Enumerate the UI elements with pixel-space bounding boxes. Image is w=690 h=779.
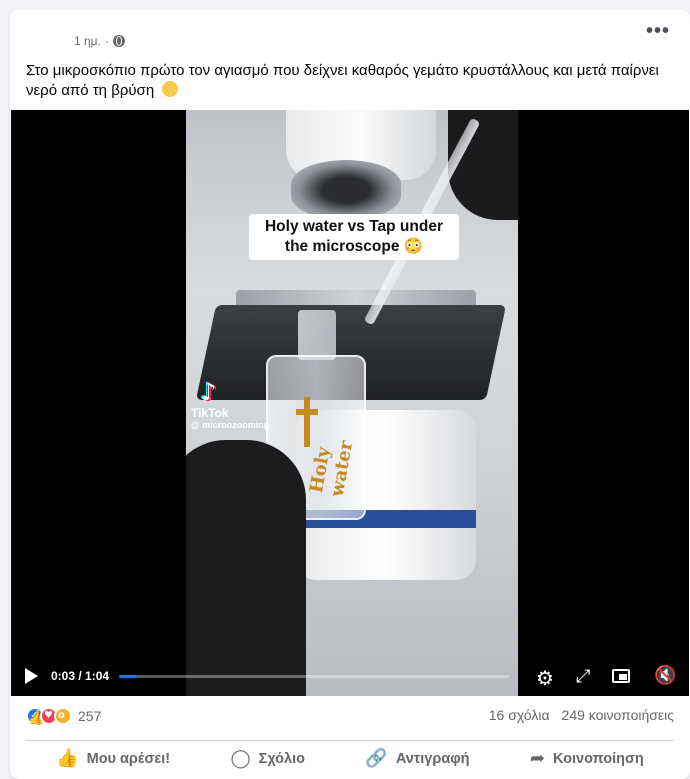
tiktok-handle: @ microozooming	[191, 420, 270, 430]
reactions-summary[interactable]: ✓ ♥ o 257	[26, 707, 101, 725]
tiktok-watermark: TikTok @ microozooming	[191, 378, 270, 430]
shares-count[interactable]: 249 κοινοποιήσεις	[562, 707, 674, 723]
post-caption: Στο μικροσκόπιο πρώτο τον αγιασμό που δε…	[26, 61, 666, 101]
gear-icon[interactable]: ⚙	[536, 666, 554, 691]
fullscreen-icon[interactable]: ⤢	[576, 666, 590, 687]
tiktok-logo-icon	[199, 378, 221, 406]
reaction-count: 257	[78, 708, 102, 724]
post-stats: ✓ ♥ o 257 16 σχόλια 249 κοινοποιήσεις	[26, 707, 676, 727]
bottle-label: Holy water	[305, 439, 358, 499]
comment-label: Σχόλιο	[258, 750, 305, 767]
comment-button[interactable]: ◯ Σχόλιο	[221, 744, 316, 773]
copy-button[interactable]: 🔗 Αντιγραφή	[355, 744, 479, 773]
picture-in-picture-icon[interactable]	[612, 669, 630, 683]
globe-icon	[112, 35, 125, 47]
meta-separator: ·	[104, 34, 109, 48]
wow-reaction-icon: o	[54, 707, 72, 725]
post-card: 1 ημ. · ••• Στο μικροσκόπιο πρώτο τον αγ…	[10, 10, 690, 779]
video-overlay-title: Holy water vs Tap under the microscope 😳	[249, 214, 459, 260]
post-timestamp[interactable]: 1 ημ.	[74, 34, 101, 48]
engagement-counts: 16 σχόλια 249 κοινοποιήσεις	[489, 707, 674, 723]
post-meta: 1 ημ. ·	[74, 34, 125, 48]
thinking-emoji-icon	[162, 81, 179, 97]
share-label: Κοινοποίηση	[552, 750, 644, 767]
tiktok-name: TikTok	[191, 406, 229, 420]
video-controls: 0:03 / 1:04 ⚙ ⤢ 🔇	[11, 658, 689, 696]
comment-icon: ◯	[230, 748, 251, 769]
like-label: Μου αρέσει!	[86, 750, 171, 767]
progress-fill	[119, 675, 138, 678]
caption-text: Στο μικροσκόπιο πρώτο τον αγιασμό που δε…	[26, 62, 659, 99]
action-bar: 👍 Μου αρέσει! ◯ Σχόλιο 🔗 Αντιγραφή ➦ Κοι…	[26, 740, 674, 776]
like-button[interactable]: 👍 Μου αρέσει!	[46, 744, 180, 773]
video-time: 0:03 / 1:04	[51, 669, 110, 683]
link-icon: 🔗	[365, 748, 388, 769]
overlay-title-line1: Holy water vs Tap under	[264, 218, 443, 235]
copy-label: Αντιγραφή	[395, 750, 470, 767]
cross-icon	[296, 397, 318, 447]
comments-count[interactable]: 16 σχόλια	[489, 707, 550, 723]
thumbs-up-icon: 👍	[56, 748, 79, 769]
mute-icon[interactable]: 🔇	[654, 665, 676, 686]
microscope-objective	[291, 160, 401, 220]
progress-track[interactable]	[119, 675, 509, 678]
more-options-button[interactable]: •••	[646, 20, 670, 43]
overlay-title-line2: the microscope 😳	[284, 238, 424, 255]
gloved-hand-top	[448, 110, 518, 220]
share-icon: ➦	[529, 748, 545, 769]
bottle-neck	[298, 310, 336, 360]
video-player[interactable]: Holy water Holy water vs Tap under the m…	[11, 110, 689, 696]
play-icon[interactable]	[25, 668, 38, 684]
share-button[interactable]: ➦ Κοινοποίηση	[520, 744, 654, 773]
